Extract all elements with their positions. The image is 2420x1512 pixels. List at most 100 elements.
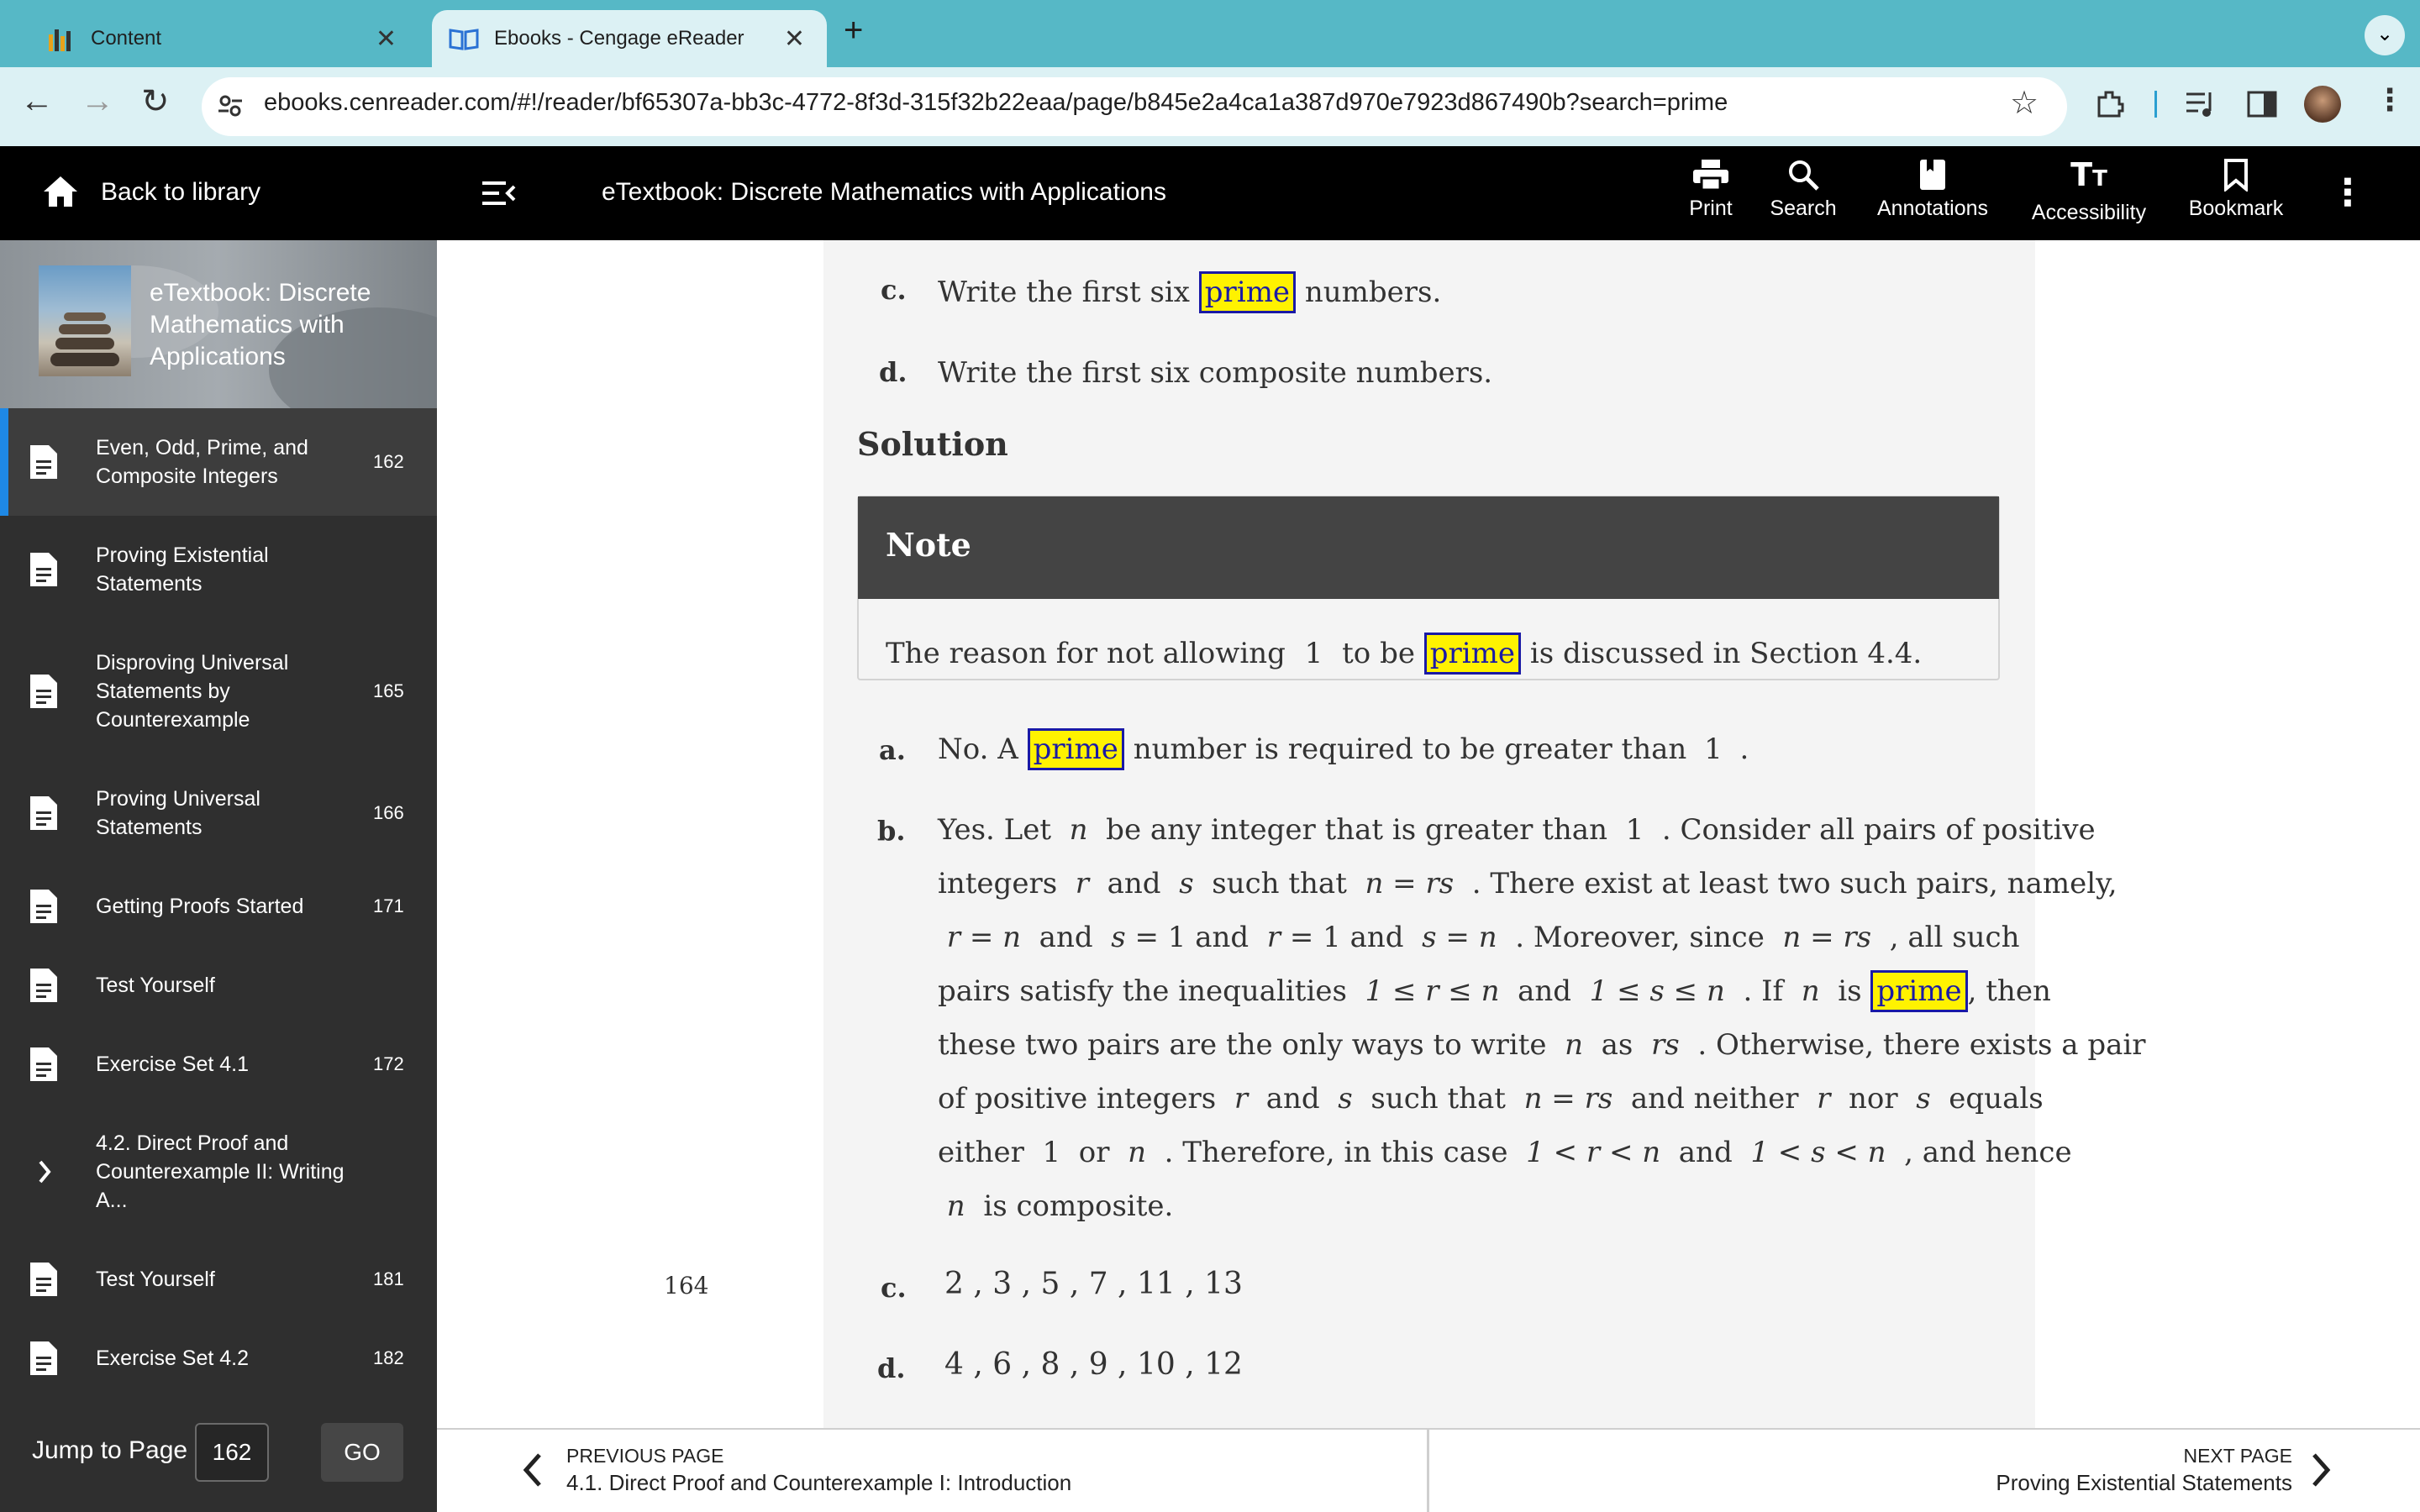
solution-heading: Solution (857, 425, 1008, 463)
more-options-icon[interactable]: ⋮ (2329, 171, 2366, 214)
browser-tab-ebooks[interactable]: Ebooks - Cengage eReader ✕ (432, 10, 827, 67)
browser-menu-icon[interactable]: ⋮ (2375, 82, 2405, 118)
answer-d-composites: 4 , 6 , 8 , 9 , 10 , 12 (944, 1347, 1243, 1382)
note-text: The reason for not allowing 1 to be prim… (886, 627, 1922, 680)
item-c-label: c. (881, 274, 907, 306)
document-icon (30, 675, 57, 708)
next-page-caption: NEXT PAGE (2183, 1445, 2292, 1467)
jump-to-page-label: Jump to Page (32, 1436, 188, 1464)
text-segment: . (1739, 732, 1749, 766)
next-page-title: Proving Existential Statements (1996, 1470, 2292, 1495)
math-one: 1 (1704, 732, 1723, 766)
close-tab-icon[interactable]: ✕ (784, 24, 805, 54)
bar-chart-icon (49, 29, 71, 51)
toc-item-page: 181 (373, 1268, 404, 1289)
search-highlight[interactable]: prime (1198, 271, 1297, 313)
close-tab-icon[interactable]: ✕ (376, 24, 397, 54)
media-playlist-icon[interactable] (2185, 89, 2218, 119)
print-button[interactable]: Print (1681, 158, 1741, 234)
toc-item-getting-proofs-started[interactable]: Getting Proofs Started 171 (0, 867, 437, 946)
text-segment: is discussed in Section 4.4. (1529, 637, 1923, 670)
toc-item-label: Exercise Set 4.1 (96, 1053, 250, 1076)
search-highlight[interactable]: prime (1027, 728, 1124, 770)
extensions-icon[interactable] (2094, 87, 2128, 121)
toc-item-proving-universal[interactable]: Proving Universal Statements 166 (0, 759, 437, 867)
forward-arrow-icon[interactable]: → (81, 82, 114, 120)
book-title: eTextbook: Discrete Mathematics with App… (602, 178, 1166, 206)
site-info-icon[interactable] (217, 92, 244, 119)
text-segment: No. A (938, 732, 1018, 766)
book-cover-image (39, 265, 131, 376)
toc-item-label: Proving Existential Statements (96, 543, 269, 596)
home-icon (44, 176, 77, 207)
item-d-text: Write the first six composite numbers. (938, 356, 1493, 390)
jump-page-input[interactable]: 162 (195, 1423, 269, 1482)
toc-item-label: Disproving Universal Statements by Count… (96, 651, 289, 732)
toc-item-test-yourself[interactable]: Test Yourself (0, 946, 437, 1025)
accessibility-button[interactable]: TT Accessibility (2022, 158, 2156, 234)
toc-item-label: Proving Universal Statements (96, 787, 260, 839)
new-tab-icon[interactable]: + (844, 12, 863, 50)
answer-c-primes: 2 , 3 , 5 , 7 , 11 , 13 (944, 1267, 1243, 1301)
search-icon (1789, 160, 1819, 191)
bookmark-button[interactable]: Bookmark (2181, 158, 2291, 234)
toc-item-test-yourself-4-2[interactable]: Test Yourself 181 (0, 1240, 437, 1319)
reload-icon[interactable]: ↻ (141, 82, 170, 121)
item-c-text: Write the first six prime numbers. (938, 265, 1441, 319)
toc-item-exercise-set-4-1[interactable]: Exercise Set 4.1 172 (0, 1025, 437, 1104)
side-panel-icon[interactable] (2247, 91, 2277, 118)
text-segment: to be (1342, 637, 1415, 670)
toc-item-even-odd-prime[interactable]: Even, Odd, Prime, and Composite Integers… (0, 408, 437, 516)
annotations-label: Annotations (1876, 197, 1989, 220)
bookmark-star-icon[interactable]: ☆ (2010, 84, 2039, 122)
document-icon (30, 1341, 57, 1375)
text-segment: number is required to be greater than (1133, 732, 1687, 766)
toc-item-label: Exercise Set 4.2 (96, 1347, 250, 1370)
answer-b-text: Yes. Let n be any integer that is greate… (938, 813, 2146, 1223)
profile-avatar[interactable] (2304, 86, 2341, 123)
chevron-left-icon (523, 1453, 541, 1487)
toc-item-page: 165 (373, 680, 404, 701)
toc-item-page: 166 (373, 802, 404, 823)
print-label: Print (1689, 197, 1733, 220)
toc-item-label: Test Yourself (96, 1268, 215, 1291)
text-segment: numbers. (1304, 276, 1442, 309)
answer-a-text: No. A prime number is required to be gre… (938, 722, 1749, 776)
go-button[interactable]: GO (321, 1423, 403, 1482)
toolbar-divider (2154, 91, 2157, 118)
text-segment: The reason for not allowing (886, 637, 1286, 670)
back-to-library-link[interactable]: Back to library (101, 178, 260, 207)
collapse-menu-icon[interactable] (481, 180, 516, 207)
toc-item-proving-existential[interactable]: Proving Existential Statements (0, 516, 437, 623)
toc-item-page: 182 (373, 1347, 404, 1368)
document-icon (30, 890, 57, 923)
math-one: 1 (1304, 637, 1323, 670)
page-number: 164 (664, 1272, 709, 1299)
bookmark-icon (2224, 159, 2248, 192)
document-icon (30, 1047, 57, 1081)
footer-divider (1427, 1430, 1429, 1512)
toc-item-exercise-set-4-2[interactable]: Exercise Set 4.2 182 (0, 1319, 437, 1398)
document-icon (30, 796, 57, 830)
document-icon (30, 445, 57, 479)
search-highlight[interactable]: prime (1423, 633, 1522, 675)
previous-page-title: 4.1. Direct Proof and Counterexample I: … (566, 1470, 1072, 1495)
tab-search-chevron-icon[interactable]: ⌄ (2365, 15, 2405, 55)
toc-item-disproving-universal[interactable]: Disproving Universal Statements by Count… (0, 632, 437, 751)
open-book-icon (449, 29, 479, 50)
back-arrow-icon[interactable]: ← (20, 82, 54, 120)
chevron-right-icon (2312, 1453, 2331, 1487)
document-icon (30, 553, 57, 586)
search-button[interactable]: Search (1763, 158, 1844, 234)
printer-icon (1693, 160, 1728, 192)
text-size-icon: TT (2070, 156, 2107, 193)
item-d-label: d. (879, 356, 908, 388)
search-highlight[interactable]: prime (1870, 970, 1968, 1012)
toc-item-section-4-2[interactable]: 4.2. Direct Proof and Counterexample II:… (0, 1112, 437, 1231)
toc-item-label: Test Yourself (96, 974, 215, 997)
annotations-button[interactable]: Annotations (1865, 158, 2000, 234)
text-segment: Write the first six (938, 276, 1190, 309)
annotations-book-icon (1920, 160, 1945, 190)
previous-page-caption: PREVIOUS PAGE (566, 1445, 724, 1467)
browser-tab-content[interactable]: Content ✕ (24, 10, 418, 67)
